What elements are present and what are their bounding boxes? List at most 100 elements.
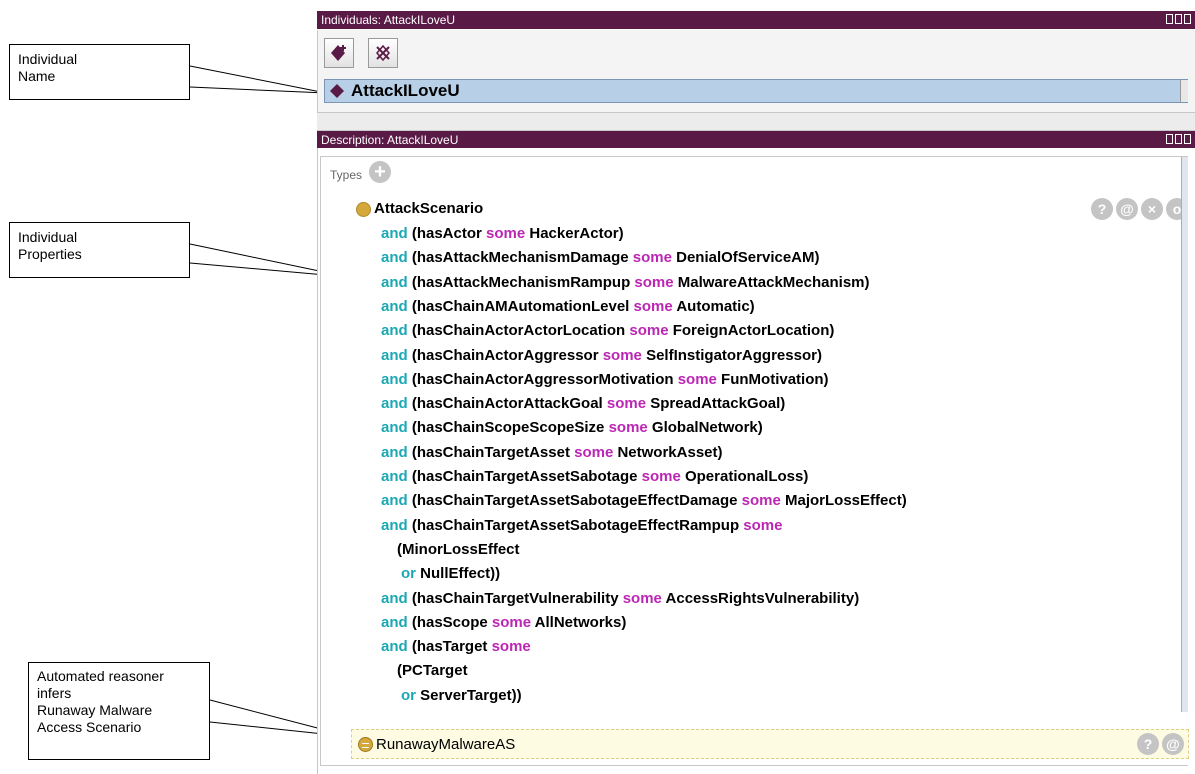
expression-line: and (hasChainAMAutomationLevel some Auto… xyxy=(381,298,755,316)
keyword: and xyxy=(381,589,408,607)
expression-line: and (hasChainTargetAssetSabotageEffectDa… xyxy=(381,492,907,510)
split-view-icon[interactable] xyxy=(1166,14,1173,24)
expression-text: (hasChainScopeScopeSize xyxy=(407,419,609,437)
keyword: and xyxy=(381,225,408,242)
expression-line: and (hasChainTargetAssetSabotage some Op… xyxy=(381,468,808,486)
types-frame: Types + AttackScenario ? @ × o and (hasA… xyxy=(320,156,1189,766)
panel-window-controls[interactable] xyxy=(1166,134,1191,144)
inferred-class-icon xyxy=(358,737,373,752)
expression-text: ForeignActorLocation) xyxy=(668,322,835,340)
delete-individual-icon xyxy=(376,44,390,62)
annotate-icon[interactable]: @ xyxy=(1162,733,1184,755)
keyword: or xyxy=(401,565,416,583)
expression-text: (hasChainActorActorLocation xyxy=(407,322,630,340)
expression-line: (PCTarget xyxy=(397,662,468,680)
keyword: some xyxy=(491,638,531,656)
maximize-icon[interactable] xyxy=(1184,134,1191,144)
expression-line: or NullEffect)) xyxy=(401,565,500,583)
keyword: some xyxy=(486,225,526,242)
expression-text: NetworkAsset) xyxy=(613,443,723,461)
keyword: and xyxy=(381,443,408,461)
keyword: some xyxy=(574,443,614,461)
list-scrollbar[interactable] xyxy=(1180,80,1188,102)
expression-text: (MinorLossEffect xyxy=(397,540,520,558)
keyword: some xyxy=(491,613,532,631)
add-individual-icon xyxy=(331,45,346,61)
expression-text: (hasAttackMechanismRampup xyxy=(407,273,635,291)
expression-line: and (hasScope some AllNetworks) xyxy=(381,614,626,632)
expression-line: and (hasChainTargetVulnerability some Ac… xyxy=(381,590,859,608)
keyword: some xyxy=(602,346,642,364)
description-panel-title: Description: AttackILoveU xyxy=(321,133,459,147)
keyword: some xyxy=(634,273,674,291)
expression-text: GlobalNetwork) xyxy=(647,419,763,437)
annotate-icon[interactable]: @ xyxy=(1116,198,1138,220)
keyword: some xyxy=(633,297,673,315)
add-individual-button[interactable] xyxy=(324,38,354,68)
individuals-panel-titlebar: Individuals: AttackILoveU xyxy=(317,11,1195,29)
expression-text: AllNetworks) xyxy=(531,613,627,631)
individual-name: AttackILoveU xyxy=(351,81,460,100)
keyword: or xyxy=(401,686,416,704)
expression-text: (hasChainActorAggressorMotivation xyxy=(407,370,678,388)
inferred-type-row[interactable]: RunawayMalwareAS ? @ xyxy=(351,729,1189,759)
split-view-icon[interactable] xyxy=(1166,134,1173,144)
expression-line: and (hasChainActorAggressorMotivation so… xyxy=(381,371,829,389)
keyword: and xyxy=(381,249,408,267)
keyword: and xyxy=(381,419,408,437)
individual-diamond-icon xyxy=(330,84,344,98)
individuals-panel-title: Individuals: AttackILoveU xyxy=(321,13,456,27)
keyword: some xyxy=(606,395,647,413)
expression-text: SelfInstigatorAggressor) xyxy=(641,346,822,364)
individuals-panel: AttackILoveU xyxy=(317,30,1195,112)
type-actions: ? @ × o xyxy=(1091,198,1188,220)
keyword: and xyxy=(381,273,408,291)
explain-icon[interactable]: ? xyxy=(1091,198,1113,220)
explain-icon[interactable]: ? xyxy=(1137,733,1159,755)
expression-text: MajorLossEffect) xyxy=(780,492,907,510)
keyword: and xyxy=(381,613,408,631)
expression-text: SpreadAttackGoal) xyxy=(646,395,786,413)
expression-text: (PCTarget xyxy=(397,662,468,680)
keyword: and xyxy=(381,492,408,510)
expression-text: DenialOfServiceAM) xyxy=(671,249,820,267)
expression-text: (hasChainTargetAssetSabotageEffectDamage xyxy=(407,492,742,510)
vertical-scrollbar[interactable] xyxy=(1181,157,1188,712)
delete-icon[interactable]: × xyxy=(1141,198,1163,220)
description-panel-titlebar: Description: AttackILoveU xyxy=(317,131,1195,149)
individual-list-item[interactable]: AttackILoveU xyxy=(324,79,1188,103)
keyword: some xyxy=(741,492,781,510)
expression-text: HackerActor) xyxy=(525,225,624,242)
keyword: and xyxy=(381,395,408,413)
keyword: and xyxy=(381,468,408,485)
expression-text: (hasAttackMechanismDamage xyxy=(407,249,633,267)
expression-text: ServerTarget)) xyxy=(416,686,522,704)
inferred-actions: ? @ xyxy=(1137,733,1184,755)
description-panel: Types + AttackScenario ? @ × o and (hasA… xyxy=(317,148,1195,774)
keyword: and xyxy=(381,322,408,340)
expression-line: and (hasAttackMechanismDamage some Denia… xyxy=(381,249,820,267)
panel-splitter[interactable] xyxy=(317,112,1195,131)
keyword: some xyxy=(743,516,783,534)
expression-line: and (hasChainScopeScopeSize some GlobalN… xyxy=(381,419,763,437)
expression-text: (hasChainActorAttackGoal xyxy=(407,395,607,413)
panel-window-controls[interactable] xyxy=(1166,14,1191,24)
expression-text: (hasChainTargetVulnerability xyxy=(407,589,623,607)
expression-line: and (hasChainTargetAsset some NetworkAss… xyxy=(381,444,723,462)
minimize-icon[interactable] xyxy=(1175,134,1182,144)
expression-line: and (hasActor some HackerActor) xyxy=(381,225,624,243)
expression-text: (hasChainActorAggressor xyxy=(407,346,603,364)
expression-text: MalwareAttackMechanism) xyxy=(673,273,870,291)
minimize-icon[interactable] xyxy=(1175,14,1182,24)
expression-text: (hasActor xyxy=(407,225,487,242)
inferred-class-name: RunawayMalwareAS xyxy=(376,736,516,753)
keyword: some xyxy=(641,468,681,485)
add-type-icon[interactable]: + xyxy=(369,161,391,183)
delete-individual-button[interactable] xyxy=(368,38,398,68)
keyword: some xyxy=(608,419,648,437)
expression-text: (hasChainTargetAssetSabotageEffectRampup xyxy=(407,516,744,534)
class-icon xyxy=(356,202,371,217)
maximize-icon[interactable] xyxy=(1184,14,1191,24)
expression-text: Automatic) xyxy=(672,297,755,315)
keyword: some xyxy=(629,322,669,340)
